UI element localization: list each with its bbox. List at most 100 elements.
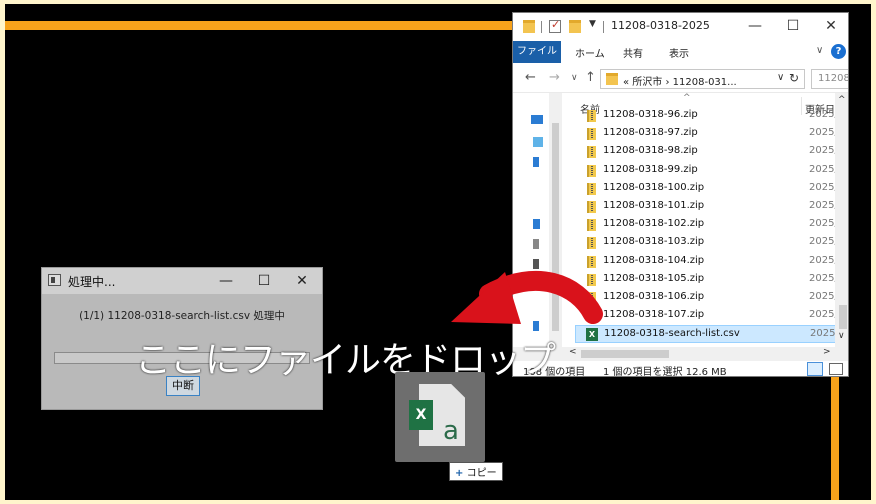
- file-row[interactable]: 11208-0318-97.zip 2025/0: [575, 125, 844, 143]
- file-name: 11208-0318-99.zip: [603, 163, 698, 175]
- help-icon[interactable]: ?: [831, 44, 846, 59]
- file-name: 11208-0318-106.zip: [603, 291, 705, 302]
- processing-dialog-titlebar: 処理中... — ☐ ✕: [42, 268, 322, 294]
- plus-icon: +: [455, 468, 464, 479]
- up-icon[interactable]: ↑: [585, 70, 596, 85]
- file-row[interactable]: 11208-0318-106.zip 2025/0: [575, 289, 844, 307]
- file-name: 11208-0318-100.zip: [603, 181, 705, 193]
- file-list-vscroll[interactable]: ^ ∨: [835, 93, 848, 347]
- excel-file-icon: X: [586, 328, 598, 342]
- file-row[interactable]: 11208-0318-96.zip 2025/0: [575, 107, 844, 125]
- zip-file-icon: [587, 201, 596, 213]
- file-name: 11208-0318-98.zip: [603, 145, 698, 157]
- search-input[interactable]: 11208-0...: [811, 69, 848, 89]
- zip-file-icon: [587, 292, 596, 304]
- copy-label: コピー: [466, 468, 497, 479]
- processing-dialog-title: 処理中...: [68, 275, 116, 289]
- navigation-scrollbar[interactable]: ∨: [549, 93, 562, 361]
- file-list-hscroll[interactable]: < >: [565, 347, 848, 361]
- file-name: 11208-0318-103.zip: [603, 236, 705, 248]
- selection-info: 1 個の項目を選択 12.6 MB: [603, 367, 727, 377]
- scroll-down-icon[interactable]: ∨: [838, 331, 845, 341]
- recent-locations-icon[interactable]: ∨: [571, 73, 578, 83]
- explorer-titlebar: ▼ 11208-0318-2025 — ☐ ✕: [513, 13, 848, 41]
- zip-file-icon: [587, 110, 596, 122]
- minimize-button[interactable]: —: [208, 270, 244, 292]
- folder-icon: [606, 73, 618, 85]
- address-dropdown-icon[interactable]: ∨: [777, 72, 784, 83]
- navigation-pane: ∨: [513, 93, 565, 361]
- address-input[interactable]: « 所沢市 › 11208-031... ∨ ↻: [600, 69, 805, 89]
- zip-file-icon: [587, 237, 596, 250]
- properties-icon[interactable]: [549, 18, 561, 33]
- close-button[interactable]: ✕: [284, 270, 320, 292]
- nav-item-icon[interactable]: [533, 219, 540, 229]
- details-view-icon[interactable]: [807, 362, 823, 376]
- address-path: « 所沢市 › 11208-031...: [623, 77, 737, 88]
- scroll-left-icon[interactable]: <: [569, 347, 577, 357]
- large-icons-view-icon[interactable]: [829, 363, 843, 375]
- ribbon-expand-icon[interactable]: ∨: [816, 45, 823, 56]
- nav-item-icon[interactable]: [533, 321, 539, 331]
- file-row[interactable]: 11208-0318-99.zip 2025/0: [575, 162, 844, 180]
- pc-icon[interactable]: [531, 115, 543, 124]
- file-name: 11208-0318-search-list.csv: [604, 328, 740, 340]
- nav-item-icon[interactable]: [533, 279, 539, 289]
- nav-item-icon[interactable]: [533, 239, 539, 249]
- drop-here-text: ここにファイルをドロップ: [135, 340, 556, 381]
- minimize-button[interactable]: —: [737, 13, 773, 39]
- back-icon[interactable]: ←: [525, 70, 536, 85]
- explorer-title: 11208-0318-2025: [611, 19, 710, 32]
- zip-file-icon: [587, 273, 596, 286]
- file-row-selected[interactable]: X 11208-0318-search-list.csv 2025/0: [575, 325, 845, 344]
- dragged-file-icon: a X: [395, 372, 485, 462]
- file-row[interactable]: 11208-0318-102.zip 2025/0: [575, 216, 844, 234]
- new-folder-icon[interactable]: [569, 20, 581, 33]
- download-icon[interactable]: [533, 157, 539, 167]
- ribbon: ファイル ホーム 共有 表示 ∨ ?: [513, 41, 848, 63]
- tab-view[interactable]: 表示: [669, 45, 689, 60]
- file-row[interactable]: 11208-0318-103.zip 2025/0: [575, 234, 844, 252]
- nav-item-icon[interactable]: [533, 259, 539, 269]
- quick-access-dropdown-icon[interactable]: ▼: [589, 19, 596, 29]
- tab-file[interactable]: ファイル: [513, 41, 561, 63]
- arrow-head: [451, 272, 521, 324]
- tab-home[interactable]: ホーム: [575, 45, 605, 60]
- excel-a-glyph: a: [443, 416, 459, 446]
- file-name: 11208-0318-104.zip: [603, 254, 705, 266]
- excel-x-icon: X: [409, 400, 433, 430]
- zip-file-icon: [587, 310, 596, 323]
- maximize-button[interactable]: ☐: [246, 270, 282, 292]
- scrollbar-thumb[interactable]: [581, 350, 669, 358]
- file-list: ^ 名前 更新日時 11208-0318-96.zip2025/011208-0…: [565, 93, 848, 361]
- zip-file-icon: [587, 219, 596, 232]
- titlebar-separator: [541, 21, 542, 33]
- sort-ascending-icon: ^: [683, 93, 691, 103]
- zip-file-icon: [587, 182, 596, 195]
- file-row[interactable]: 11208-0318-105.zip 2025/0: [575, 271, 844, 289]
- scroll-right-icon[interactable]: >: [823, 347, 831, 357]
- file-name: 11208-0318-102.zip: [603, 218, 705, 230]
- forward-icon[interactable]: →: [549, 70, 560, 85]
- status-bar: 108 個の項目 1 個の項目を選択 12.6 MB: [513, 361, 848, 377]
- file-row[interactable]: 11208-0318-104.zip 2025/0: [575, 253, 844, 271]
- file-name: 11208-0318-97.zip: [603, 127, 698, 139]
- file-row[interactable]: 11208-0318-100.zip 2025/0: [575, 180, 844, 198]
- close-button[interactable]: ✕: [813, 13, 848, 39]
- zip-file-icon: [587, 146, 596, 159]
- scroll-up-icon[interactable]: ^: [838, 95, 846, 105]
- zip-file-icon: [587, 164, 596, 177]
- drive-icon[interactable]: [533, 137, 543, 147]
- tab-share[interactable]: 共有: [623, 45, 643, 60]
- scrollbar-thumb[interactable]: [839, 305, 847, 329]
- copy-badge: + コピー: [449, 462, 503, 481]
- file-row[interactable]: 11208-0318-98.zip 2025/0: [575, 143, 844, 161]
- maximize-button[interactable]: ☐: [775, 13, 811, 39]
- address-bar-row: ← → ∨ ↑ « 所沢市 › 11208-031... ∨ ↻ 11208-0…: [513, 65, 848, 93]
- refresh-icon[interactable]: ↻: [789, 71, 799, 85]
- file-row[interactable]: 11208-0318-101.zip 2025/0: [575, 198, 844, 216]
- file-explorer-window: ▼ 11208-0318-2025 — ☐ ✕ ファイル ホーム 共有 表示 ∨…: [512, 12, 849, 377]
- scrollbar-thumb[interactable]: [552, 123, 559, 331]
- file-name: 11208-0318-96.zip: [603, 109, 698, 120]
- file-row[interactable]: 11208-0318-107.zip 2025/0: [575, 307, 844, 325]
